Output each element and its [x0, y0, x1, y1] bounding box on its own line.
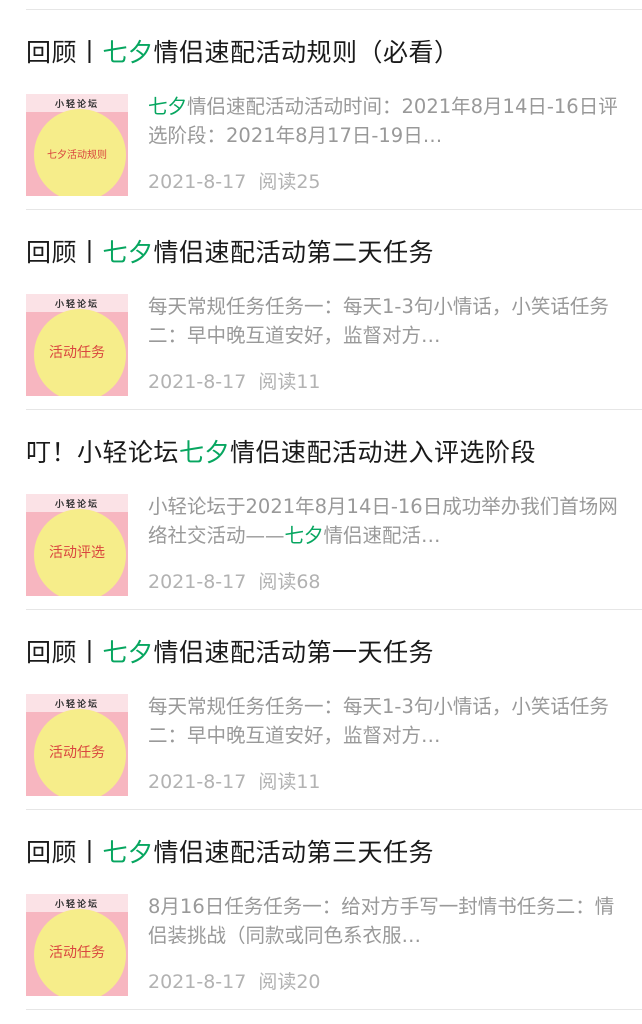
article-thumbnail[interactable]: 小轻论坛 活动评选	[26, 494, 128, 596]
article-meta: 2021-8-17 阅读25	[148, 168, 321, 196]
article-thumbnail[interactable]: 小轻论坛 活动任务	[26, 894, 128, 996]
article-meta: 2021-8-17 阅读20	[148, 968, 321, 996]
read-count: 阅读11	[258, 771, 321, 793]
excerpt-text: 8月16日任务任务一：给对方手写一封情书任务二：情侣装挑战（同款或同色系衣服…	[148, 895, 615, 947]
thumb-label: 活动任务	[49, 345, 105, 361]
title-highlight: 七夕	[102, 638, 154, 667]
article-meta: 2021-8-17 阅读68	[148, 568, 321, 596]
article-excerpt: 8月16日任务任务一：给对方手写一封情书任务二：情侣装挑战（同款或同色系衣服…	[148, 892, 618, 950]
article-date: 2021-8-17	[148, 371, 247, 393]
read-count: 阅读25	[258, 171, 321, 193]
excerpt-text: 每天常规任务任务一：每天1-3句小情话，小笑话任务二：早中晚互道安好，监督对方…	[148, 695, 609, 747]
title-suffix: 情侣速配活动第三天任务	[153, 838, 435, 867]
article-item[interactable]: 叮！小轻论坛七夕情侣速配活动进入评选阶段 小轻论坛 活动评选 小轻论坛于2021…	[0, 410, 642, 610]
title-prefix: 回顾丨	[26, 238, 103, 267]
article-title[interactable]: 回顾丨七夕情侣速配活动第一天任务	[26, 636, 434, 670]
article-item[interactable]: 回顾丨七夕情侣速配活动第二天任务 小轻论坛 活动任务 每天常规任务任务一：每天1…	[0, 210, 642, 410]
title-highlight: 七夕	[102, 838, 154, 867]
excerpt-text: 情侣速配活…	[323, 524, 441, 547]
article-meta: 2021-8-17 阅读11	[148, 368, 321, 396]
excerpt-text: 情侣速配活动活动时间：2021年8月14日-16日评选阶段：2021年8月17日…	[148, 95, 618, 147]
divider	[26, 1009, 642, 1010]
title-highlight: 七夕	[179, 438, 231, 467]
title-suffix: 情侣速配活动规则（必看）	[153, 38, 460, 67]
article-date: 2021-8-17	[148, 171, 247, 193]
article-date: 2021-8-17	[148, 971, 247, 993]
article-excerpt: 小轻论坛于2021年8月14日-16日成功举办我们首场网络社交活动——七夕情侣速…	[148, 492, 618, 550]
article-list: 回顾丨七夕情侣速配活动规则（必看） 小轻论坛 七夕活动规则 七夕情侣速配活动活动…	[0, 0, 642, 1024]
article-excerpt: 七夕情侣速配活动活动时间：2021年8月14日-16日评选阶段：2021年8月1…	[148, 92, 618, 150]
thumb-label: 活动评选	[49, 545, 105, 561]
excerpt-highlight: 七夕	[148, 95, 188, 118]
article-thumbnail[interactable]: 小轻论坛 活动任务	[26, 294, 128, 396]
article-meta: 2021-8-17 阅读11	[148, 768, 321, 796]
article-excerpt: 每天常规任务任务一：每天1-3句小情话，小笑话任务二：早中晚互道安好，监督对方…	[148, 292, 618, 350]
thumb-label: 活动任务	[49, 945, 105, 961]
title-prefix: 回顾丨	[26, 838, 103, 867]
title-prefix: 叮！小轻论坛	[26, 438, 180, 467]
title-highlight: 七夕	[102, 38, 154, 67]
article-excerpt: 每天常规任务任务一：每天1-3句小情话，小笑话任务二：早中晚互道安好，监督对方…	[148, 692, 618, 750]
article-thumbnail[interactable]: 小轻论坛 活动任务	[26, 694, 128, 796]
title-suffix: 情侣速配活动进入评选阶段	[230, 438, 537, 467]
title-prefix: 回顾丨	[26, 638, 103, 667]
title-suffix: 情侣速配活动第一天任务	[153, 638, 435, 667]
excerpt-text: 每天常规任务任务一：每天1-3句小情话，小笑话任务二：早中晚互道安好，监督对方…	[148, 295, 609, 347]
read-count: 阅读20	[258, 971, 321, 993]
article-title[interactable]: 回顾丨七夕情侣速配活动第三天任务	[26, 836, 434, 870]
article-date: 2021-8-17	[148, 571, 247, 593]
article-date: 2021-8-17	[148, 771, 247, 793]
read-count: 阅读68	[258, 571, 321, 593]
article-item[interactable]: 回顾丨七夕情侣速配活动规则（必看） 小轻论坛 七夕活动规则 七夕情侣速配活动活动…	[0, 10, 642, 210]
excerpt-highlight: 七夕	[284, 524, 324, 547]
article-item[interactable]: 回顾丨七夕情侣速配活动第三天任务 小轻论坛 活动任务 8月16日任务任务一：给对…	[0, 810, 642, 1010]
thumb-label: 七夕活动规则	[47, 150, 107, 161]
article-item[interactable]: 回顾丨七夕情侣速配活动第一天任务 小轻论坛 活动任务 每天常规任务任务一：每天1…	[0, 610, 642, 810]
title-suffix: 情侣速配活动第二天任务	[153, 238, 435, 267]
article-thumbnail[interactable]: 小轻论坛 七夕活动规则	[26, 94, 128, 196]
article-title[interactable]: 回顾丨七夕情侣速配活动第二天任务	[26, 236, 434, 270]
title-prefix: 回顾丨	[26, 38, 103, 67]
article-title[interactable]: 叮！小轻论坛七夕情侣速配活动进入评选阶段	[26, 436, 536, 470]
read-count: 阅读11	[258, 371, 321, 393]
article-title[interactable]: 回顾丨七夕情侣速配活动规则（必看）	[26, 36, 460, 70]
thumb-label: 活动任务	[49, 745, 105, 761]
title-highlight: 七夕	[102, 238, 154, 267]
